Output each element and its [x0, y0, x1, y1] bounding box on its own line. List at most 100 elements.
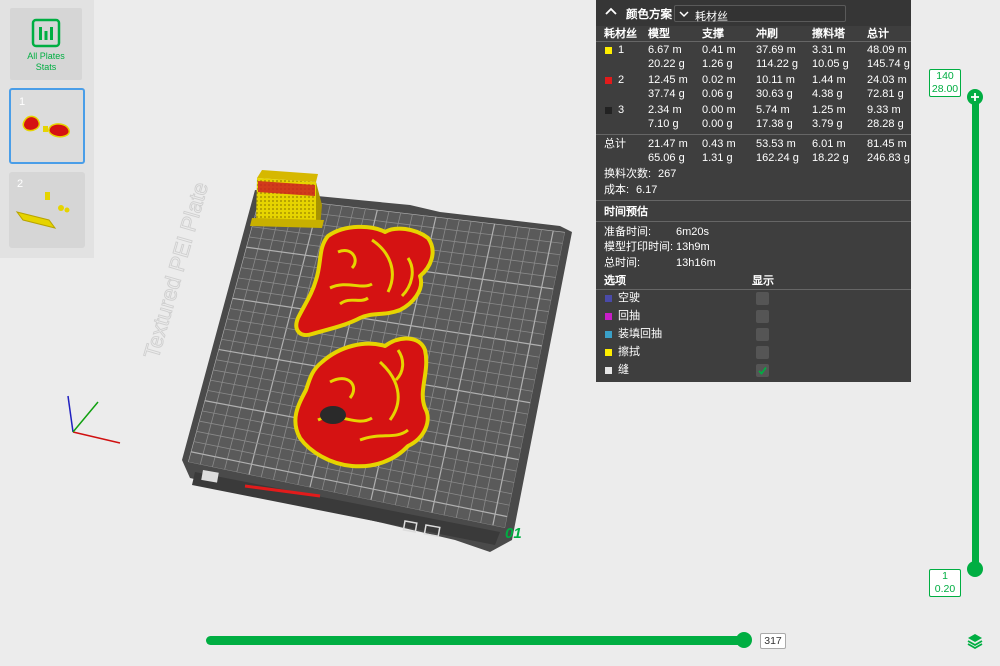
option-color-swatch: [605, 331, 612, 338]
filament-id: 2: [618, 74, 625, 86]
move-slider[interactable]: [206, 636, 746, 645]
top-layer-height: 28.00: [931, 83, 959, 95]
panel-header: 颜色方案 耗材丝: [596, 0, 911, 26]
cell-value: 0.00 m: [702, 104, 736, 116]
stats-icon: [31, 18, 61, 48]
cost-label: 成本:: [604, 184, 630, 196]
plates-sidebar: All Plates Stats 1 2: [0, 0, 94, 258]
plate-1-preview-icon: [22, 115, 70, 138]
stats-panel: 颜色方案 耗材丝 耗材丝 模型 支撑 冲刷 擦料塔 总计 1 6.67 m 20…: [596, 0, 911, 382]
checkmark-icon: [758, 366, 767, 375]
filament-color-swatch: [605, 107, 612, 114]
cell-value: 1.44 m: [812, 74, 846, 86]
cell-value: 2.34 m: [648, 104, 682, 116]
cell-value: 1.25 m: [812, 104, 846, 116]
cell-value: 18.22 g: [812, 152, 849, 164]
cell-value: 21.47 m: [648, 138, 688, 150]
layers-icon[interactable]: [966, 632, 984, 650]
sum-label: 总计: [604, 138, 626, 150]
bed-text: Textured PEI Plate: [139, 179, 213, 361]
cell-value: 145.74 g: [867, 58, 910, 70]
y-axis: [72, 401, 99, 433]
top-layer-label: 140 28.00: [929, 69, 961, 97]
cell-value: 1.26 g: [702, 58, 733, 70]
cell-value: 48.09 m: [867, 44, 907, 56]
cell-value: 72.81 g: [867, 88, 904, 100]
cell-value: 5.74 m: [756, 104, 790, 116]
cell-value: 17.38 g: [756, 118, 793, 130]
bottom-layer-label: 1 0.20: [929, 569, 961, 597]
option-travel-checkbox[interactable]: [756, 292, 769, 305]
all-plates-stats-button[interactable]: All Plates Stats: [10, 8, 82, 80]
stats-label: All Plates Stats: [27, 51, 65, 72]
z-axis: [67, 395, 74, 433]
option-retract-checkbox[interactable]: [756, 310, 769, 323]
color-scheme-select[interactable]: 耗材丝: [674, 5, 846, 23]
cell-value: 24.03 m: [867, 74, 907, 86]
divider: [596, 289, 911, 290]
plate-2-preview-icon: [15, 192, 70, 229]
col-header-flush: 冲刷: [756, 28, 778, 40]
time-estimate-title: 时间预估: [604, 206, 648, 218]
display-header: 显示: [752, 275, 774, 287]
model-print-time-value: 13h9m: [676, 241, 710, 253]
plate-thumbnail-1[interactable]: 1: [9, 88, 85, 164]
wipe-tower[interactable]: [250, 170, 324, 228]
prep-time-label: 准备时间:: [604, 226, 652, 238]
total-time-label: 总时间:: [604, 257, 641, 269]
cell-value: 0.41 m: [702, 44, 736, 56]
cell-value: 0.00 g: [702, 118, 733, 130]
option-travel-label: 空驶: [618, 292, 640, 304]
filament-color-swatch: [605, 77, 612, 84]
plate-thumbnail-2[interactable]: 2: [9, 172, 85, 248]
cell-value: 37.69 m: [756, 44, 796, 56]
option-seam-checkbox[interactable]: [756, 364, 769, 377]
total-time-value: 13h16m: [676, 257, 716, 269]
filament-id: 1: [618, 44, 625, 56]
divider: [596, 134, 911, 135]
cell-value: 162.24 g: [756, 152, 799, 164]
move-slider-handle[interactable]: [736, 632, 752, 648]
cell-value: 65.06 g: [648, 152, 685, 164]
option-wipe-checkbox[interactable]: [756, 346, 769, 359]
plate-number-label: 01: [505, 525, 522, 542]
cell-value: 53.53 m: [756, 138, 796, 150]
bottom-layer-handle[interactable]: [967, 561, 983, 577]
cell-value: 6.01 m: [812, 138, 846, 150]
color-scheme-label: 颜色方案: [626, 9, 672, 21]
filament-changes-label: 换料次数:: [604, 168, 652, 180]
cell-value: 10.11 m: [756, 74, 795, 86]
cell-value: 3.31 m: [812, 44, 846, 56]
cell-value: 6.67 m: [648, 44, 682, 56]
layer-range-slider[interactable]: [972, 100, 979, 570]
col-header-support: 支撑: [702, 28, 724, 40]
top-layer-handle[interactable]: [967, 89, 983, 105]
cell-value: 12.45 m: [648, 74, 688, 86]
option-deretract-checkbox[interactable]: [756, 328, 769, 341]
collapse-icon[interactable]: [604, 6, 618, 18]
bottom-layer-number: 1: [942, 570, 948, 582]
cell-value: 9.33 m: [867, 104, 901, 116]
top-layer-number: 140: [936, 70, 954, 82]
cell-value: 1.31 g: [702, 152, 733, 164]
cell-value: 246.83 g: [867, 152, 910, 164]
cell-value: 7.10 g: [648, 118, 679, 130]
cell-value: 4.38 g: [812, 88, 843, 100]
cost-value: 6.17: [636, 184, 658, 196]
cell-value: 30.63 g: [756, 88, 793, 100]
move-slider-value: 317: [760, 633, 786, 649]
col-header-total: 总计: [867, 28, 889, 40]
filament-color-swatch: [605, 47, 612, 54]
cell-value: 10.05 g: [812, 58, 849, 70]
cell-value: 0.06 g: [702, 88, 733, 100]
option-color-swatch: [605, 349, 612, 356]
cell-value: 0.02 m: [702, 74, 736, 86]
col-header-model: 模型: [648, 28, 670, 40]
plus-icon: [971, 93, 979, 101]
cell-value: 28.28 g: [867, 118, 904, 130]
cell-value: 81.45 m: [867, 138, 907, 150]
prep-time-value: 6m20s: [676, 226, 710, 238]
divider: [596, 221, 911, 222]
bottom-layer-height: 0.20: [934, 583, 956, 595]
color-scheme-value: 耗材丝: [695, 11, 728, 23]
